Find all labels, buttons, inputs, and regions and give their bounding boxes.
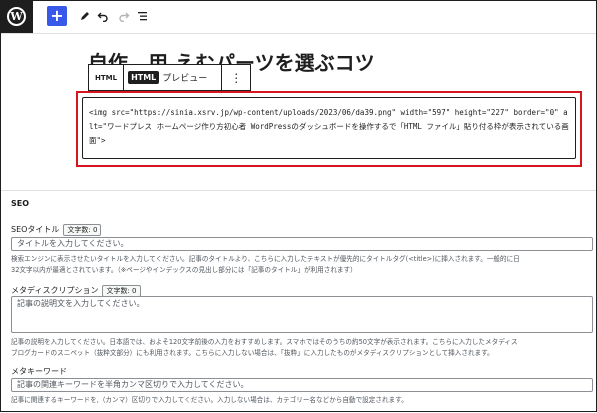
undo-icon [97, 12, 108, 22]
seo-title-label: SEOタイトル 文字数: 0 [11, 224, 102, 236]
seo-title-help: 検索エンジンに表示させたいタイトルを入力してください。記事のタイトルより、こちら… [11, 255, 520, 263]
block-options-button[interactable]: ⋮ [222, 65, 250, 90]
pencil-icon [81, 12, 89, 20]
redo-button[interactable] [114, 6, 134, 26]
seo-meta-panel: SEO SEOタイトル 文字数: 0 タイトルを入力してください。 検索エンジンに… [0, 190, 597, 413]
meta-keyword-help: 記事に関連するキーワードを,（カンマ）区切りで入力してください。入力しない場合は… [11, 396, 408, 404]
editor-top-toolbar: W + [0, 0, 597, 34]
meta-description-textarea[interactable]: 記事の説明文を入力してください。 [11, 296, 593, 333]
tools-button[interactable] [75, 6, 95, 26]
list-view-icon [138, 12, 147, 21]
seo-title-label-text: SEOタイトル [11, 225, 60, 234]
seo-section-heading: SEO [11, 199, 30, 208]
seo-title-char-count: 文字数: 0 [63, 224, 102, 236]
plus-icon: + [50, 6, 64, 25]
seo-title-input[interactable]: タイトルを入力してください。 [11, 237, 593, 251]
meta-description-help: ブログカードのスニペット（抜粋文部分）にも利用されます。こちらに入力しない場合は… [11, 349, 494, 357]
html-block-icon: HTML [95, 73, 118, 82]
tab-preview[interactable]: プレビュー [159, 71, 215, 84]
meta-description-label-text: メタディスクリプション [11, 286, 99, 295]
block-toolbar: HTML HTML プレビュー ⋮ [88, 64, 252, 91]
meta-keyword-label: メタキーワード [11, 367, 67, 376]
add-block-button[interactable]: + [47, 6, 67, 26]
wordpress-logo-button[interactable]: W [0, 0, 33, 33]
html-preview-tabs: HTML プレビュー [124, 65, 221, 90]
custom-html-code-input[interactable]: <img src="https://sinia.xsrv.jp/wp-conte… [82, 97, 576, 159]
meta-keyword-input[interactable]: 記事の関連キーワードを半角カンマ区切りで入力してください。 [11, 378, 593, 392]
redo-icon [119, 12, 130, 22]
tab-html[interactable]: HTML [128, 71, 160, 84]
wordpress-icon: W [7, 7, 26, 26]
undo-button[interactable] [93, 6, 113, 26]
more-vertical-icon: ⋮ [230, 70, 243, 85]
list-view-button[interactable] [133, 6, 153, 26]
meta-description-help: 記事の説明を入力してください。日本語では、およそ120文字前後の入力をおすすめし… [11, 338, 518, 346]
seo-title-help: 32文字以内が最適とされています。（※ページやインデックスの見出し部分には「記事… [11, 266, 357, 274]
block-type-button[interactable]: HTML [89, 65, 123, 90]
